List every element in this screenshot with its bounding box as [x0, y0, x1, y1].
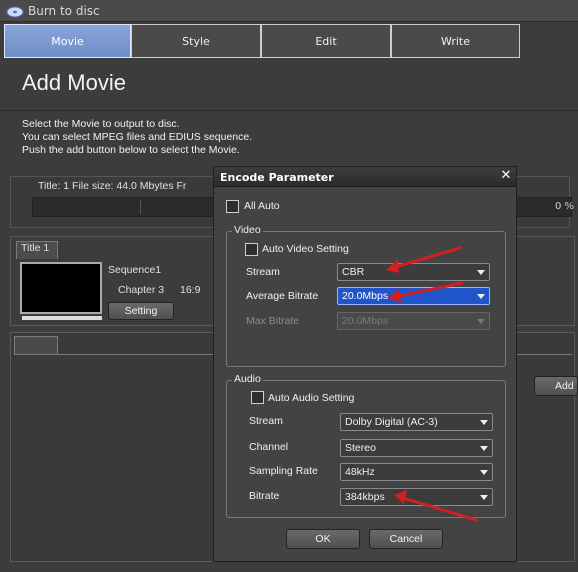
arrow-to-stream: [390, 246, 462, 270]
annotation-arrows: [386, 246, 478, 522]
arrow-to-avg-bitrate: [392, 281, 464, 299]
arrowhead: [394, 490, 407, 504]
arrow-to-audio-bitrate: [398, 495, 478, 522]
arrowhead: [388, 289, 401, 303]
arrowhead: [386, 259, 399, 273]
